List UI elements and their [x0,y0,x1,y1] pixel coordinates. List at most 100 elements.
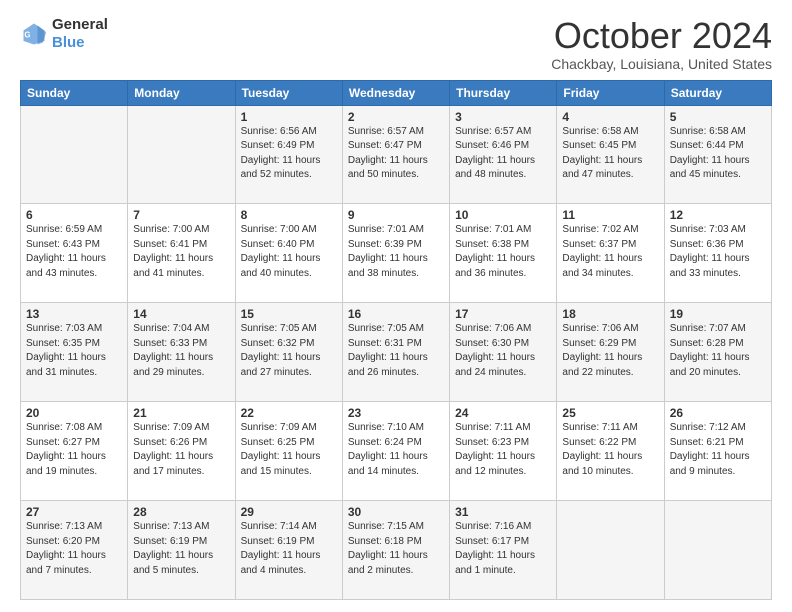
calendar-cell: 14Sunrise: 7:04 AM Sunset: 6:33 PM Dayli… [128,303,235,402]
calendar-cell [557,501,664,600]
calendar-cell: 7Sunrise: 7:00 AM Sunset: 6:41 PM Daylig… [128,204,235,303]
logo: G General Blue [20,16,108,52]
calendar-cell: 16Sunrise: 7:05 AM Sunset: 6:31 PM Dayli… [342,303,449,402]
day-number: 2 [348,110,444,124]
day-number: 15 [241,307,337,321]
day-number: 12 [670,208,766,222]
day-number: 7 [133,208,229,222]
calendar-cell: 17Sunrise: 7:06 AM Sunset: 6:30 PM Dayli… [450,303,557,402]
calendar-cell: 8Sunrise: 7:00 AM Sunset: 6:40 PM Daylig… [235,204,342,303]
day-number: 18 [562,307,658,321]
calendar-cell: 11Sunrise: 7:02 AM Sunset: 6:37 PM Dayli… [557,204,664,303]
calendar-cell: 20Sunrise: 7:08 AM Sunset: 6:27 PM Dayli… [21,402,128,501]
calendar-cell: 18Sunrise: 7:06 AM Sunset: 6:29 PM Dayli… [557,303,664,402]
calendar-row: 1Sunrise: 6:56 AM Sunset: 6:49 PM Daylig… [21,105,772,204]
calendar-cell: 24Sunrise: 7:11 AM Sunset: 6:23 PM Dayli… [450,402,557,501]
calendar-cell: 23Sunrise: 7:10 AM Sunset: 6:24 PM Dayli… [342,402,449,501]
day-number: 31 [455,505,551,519]
calendar-body: 1Sunrise: 6:56 AM Sunset: 6:49 PM Daylig… [21,105,772,599]
day-info: Sunrise: 7:07 AM Sunset: 6:28 PM Dayligh… [670,322,766,380]
day-number: 4 [562,110,658,124]
calendar-cell: 3Sunrise: 6:57 AM Sunset: 6:46 PM Daylig… [450,105,557,204]
header: G General Blue October 2024 Chackbay, Lo… [20,16,772,72]
calendar-row: 27Sunrise: 7:13 AM Sunset: 6:20 PM Dayli… [21,501,772,600]
day-number: 17 [455,307,551,321]
day-number: 11 [562,208,658,222]
day-number: 1 [241,110,337,124]
day-number: 20 [26,406,122,420]
weekday-header-cell: Saturday [664,80,771,105]
day-number: 10 [455,208,551,222]
day-info: Sunrise: 7:11 AM Sunset: 6:23 PM Dayligh… [455,421,551,479]
day-info: Sunrise: 6:59 AM Sunset: 6:43 PM Dayligh… [26,223,122,281]
day-info: Sunrise: 7:09 AM Sunset: 6:26 PM Dayligh… [133,421,229,479]
calendar-cell: 9Sunrise: 7:01 AM Sunset: 6:39 PM Daylig… [342,204,449,303]
day-number: 3 [455,110,551,124]
calendar-cell: 2Sunrise: 6:57 AM Sunset: 6:47 PM Daylig… [342,105,449,204]
day-info: Sunrise: 7:16 AM Sunset: 6:17 PM Dayligh… [455,520,551,578]
calendar-row: 20Sunrise: 7:08 AM Sunset: 6:27 PM Dayli… [21,402,772,501]
day-number: 25 [562,406,658,420]
day-info: Sunrise: 6:58 AM Sunset: 6:44 PM Dayligh… [670,125,766,183]
day-info: Sunrise: 7:09 AM Sunset: 6:25 PM Dayligh… [241,421,337,479]
day-info: Sunrise: 7:14 AM Sunset: 6:19 PM Dayligh… [241,520,337,578]
day-number: 21 [133,406,229,420]
weekday-header-cell: Sunday [21,80,128,105]
day-number: 23 [348,406,444,420]
title-block: October 2024 Chackbay, Louisiana, United… [551,16,772,72]
calendar-cell: 30Sunrise: 7:15 AM Sunset: 6:18 PM Dayli… [342,501,449,600]
weekday-header-cell: Thursday [450,80,557,105]
day-info: Sunrise: 7:10 AM Sunset: 6:24 PM Dayligh… [348,421,444,479]
calendar-cell: 25Sunrise: 7:11 AM Sunset: 6:22 PM Dayli… [557,402,664,501]
weekday-header-cell: Wednesday [342,80,449,105]
day-info: Sunrise: 6:57 AM Sunset: 6:46 PM Dayligh… [455,125,551,183]
calendar-cell: 31Sunrise: 7:16 AM Sunset: 6:17 PM Dayli… [450,501,557,600]
day-number: 24 [455,406,551,420]
day-info: Sunrise: 7:01 AM Sunset: 6:39 PM Dayligh… [348,223,444,281]
calendar-table: SundayMondayTuesdayWednesdayThursdayFrid… [20,80,772,600]
day-number: 6 [26,208,122,222]
day-info: Sunrise: 6:58 AM Sunset: 6:45 PM Dayligh… [562,125,658,183]
logo-text: General Blue [52,16,108,52]
day-info: Sunrise: 7:03 AM Sunset: 6:35 PM Dayligh… [26,322,122,380]
calendar-cell: 13Sunrise: 7:03 AM Sunset: 6:35 PM Dayli… [21,303,128,402]
weekday-header-cell: Tuesday [235,80,342,105]
calendar-cell: 4Sunrise: 6:58 AM Sunset: 6:45 PM Daylig… [557,105,664,204]
calendar-cell [21,105,128,204]
calendar-cell: 21Sunrise: 7:09 AM Sunset: 6:26 PM Dayli… [128,402,235,501]
svg-text:G: G [24,31,30,40]
day-info: Sunrise: 7:12 AM Sunset: 6:21 PM Dayligh… [670,421,766,479]
calendar-cell: 15Sunrise: 7:05 AM Sunset: 6:32 PM Dayli… [235,303,342,402]
day-info: Sunrise: 7:06 AM Sunset: 6:30 PM Dayligh… [455,322,551,380]
calendar-row: 6Sunrise: 6:59 AM Sunset: 6:43 PM Daylig… [21,204,772,303]
day-number: 28 [133,505,229,519]
calendar-cell [128,105,235,204]
weekday-header-row: SundayMondayTuesdayWednesdayThursdayFrid… [21,80,772,105]
day-info: Sunrise: 7:05 AM Sunset: 6:31 PM Dayligh… [348,322,444,380]
day-number: 8 [241,208,337,222]
day-number: 5 [670,110,766,124]
day-number: 16 [348,307,444,321]
page: G General Blue October 2024 Chackbay, Lo… [0,0,792,612]
weekday-header-cell: Monday [128,80,235,105]
day-info: Sunrise: 7:04 AM Sunset: 6:33 PM Dayligh… [133,322,229,380]
day-info: Sunrise: 7:03 AM Sunset: 6:36 PM Dayligh… [670,223,766,281]
day-info: Sunrise: 6:56 AM Sunset: 6:49 PM Dayligh… [241,125,337,183]
day-info: Sunrise: 7:00 AM Sunset: 6:41 PM Dayligh… [133,223,229,281]
day-number: 13 [26,307,122,321]
calendar-cell: 26Sunrise: 7:12 AM Sunset: 6:21 PM Dayli… [664,402,771,501]
day-number: 14 [133,307,229,321]
day-info: Sunrise: 7:13 AM Sunset: 6:20 PM Dayligh… [26,520,122,578]
day-info: Sunrise: 7:06 AM Sunset: 6:29 PM Dayligh… [562,322,658,380]
day-number: 27 [26,505,122,519]
day-number: 26 [670,406,766,420]
day-info: Sunrise: 7:15 AM Sunset: 6:18 PM Dayligh… [348,520,444,578]
day-info: Sunrise: 7:11 AM Sunset: 6:22 PM Dayligh… [562,421,658,479]
calendar-cell [664,501,771,600]
day-info: Sunrise: 7:02 AM Sunset: 6:37 PM Dayligh… [562,223,658,281]
calendar-cell: 6Sunrise: 6:59 AM Sunset: 6:43 PM Daylig… [21,204,128,303]
calendar-cell: 19Sunrise: 7:07 AM Sunset: 6:28 PM Dayli… [664,303,771,402]
calendar-cell: 5Sunrise: 6:58 AM Sunset: 6:44 PM Daylig… [664,105,771,204]
day-number: 22 [241,406,337,420]
weekday-header-cell: Friday [557,80,664,105]
